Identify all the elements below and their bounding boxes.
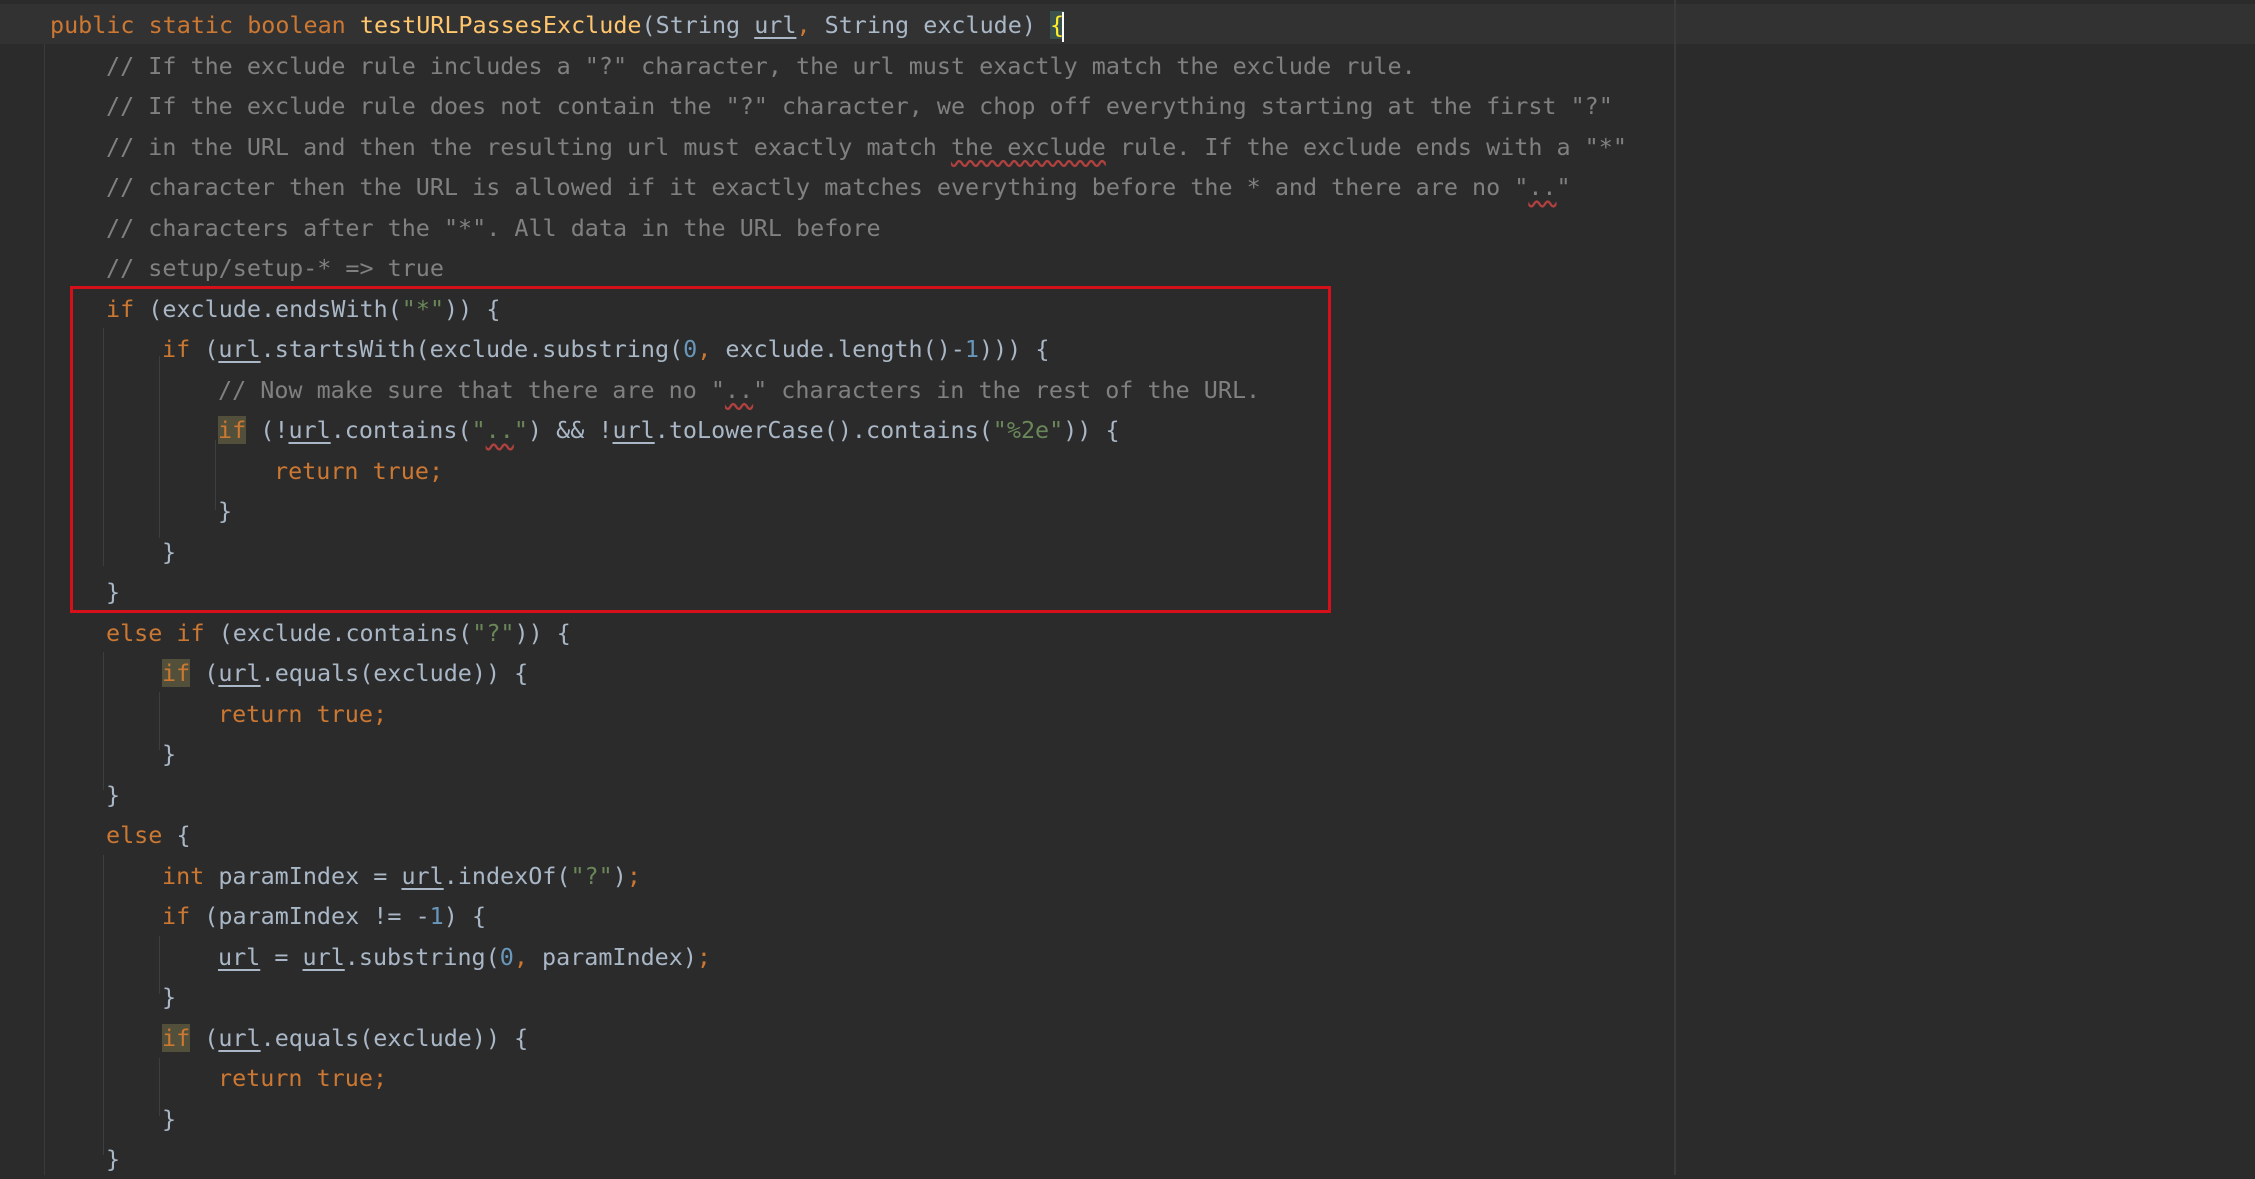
code-line: if (url.equals(exclude)) { <box>162 659 529 687</box>
code-line: // characters after the "*". All data in… <box>106 213 881 242</box>
code-line: if (url.equals(exclude)) { <box>162 1023 529 1052</box>
indent-guide <box>159 692 160 750</box>
code-line: } <box>162 740 177 768</box>
code-line: else { <box>106 821 191 849</box>
code-line: // in the URL and then the resulting url… <box>106 132 1627 161</box>
indent-guide <box>159 936 160 994</box>
code-line: return true; <box>218 1064 388 1092</box>
code-line: // character then the URL is allowed if … <box>106 173 1571 201</box>
code-line: } <box>162 1104 177 1133</box>
right-margin-guide <box>1674 0 1676 1175</box>
code-line: url = url.substring(0, paramIndex); <box>218 942 712 971</box>
indent-guide <box>103 855 104 1155</box>
highlight-box <box>70 286 1331 613</box>
code-editor[interactable]: public static boolean testURLPassesExclu… <box>0 0 2255 1175</box>
code-line: int paramIndex = url.indexOf("?"); <box>162 861 641 890</box>
code-line: } <box>106 780 121 809</box>
code-line: public static boolean testURLPassesExclu… <box>50 5 1065 45</box>
code-line: if (paramIndex != -1) { <box>162 902 487 930</box>
code-line: // setup/setup-* => true <box>106 254 444 282</box>
gutter-divider <box>44 44 45 1175</box>
code-line: // If the exclude rule includes a "?" ch… <box>106 51 1416 80</box>
code-line: } <box>162 983 177 1011</box>
indent-guide <box>103 652 104 790</box>
code-line: else if (exclude.contains("?")) { <box>106 618 571 647</box>
code-line: return true; <box>218 699 388 728</box>
indent-guide <box>159 1058 160 1116</box>
code-line: // If the exclude rule does not contain … <box>106 92 1613 120</box>
code-line: } <box>106 1145 121 1173</box>
